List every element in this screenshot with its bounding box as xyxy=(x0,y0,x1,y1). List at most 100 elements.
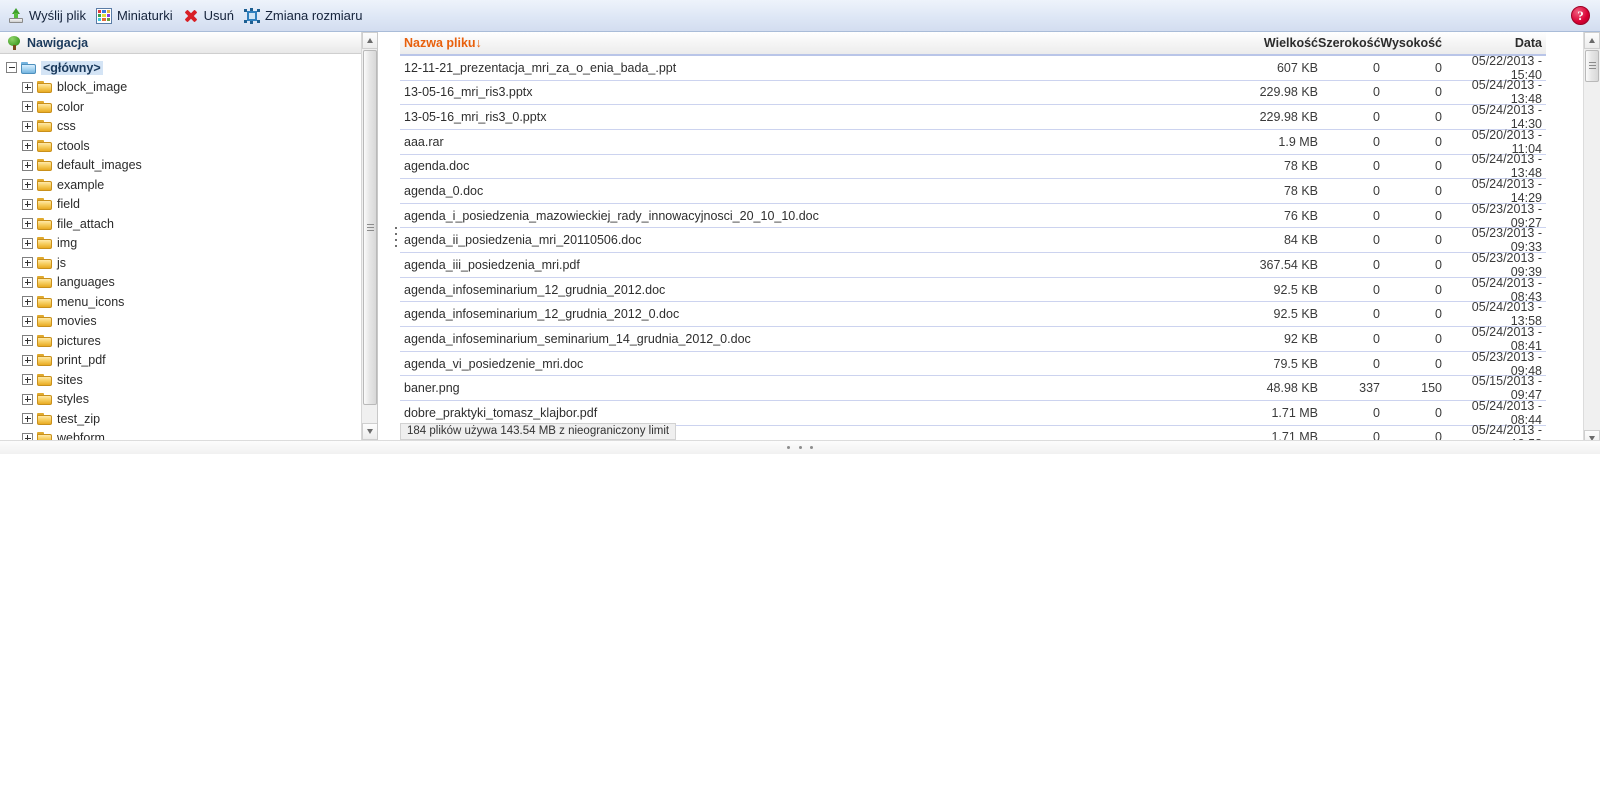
cell-file-name[interactable]: agenda_vi_posiedzenie_mri.doc xyxy=(400,357,1228,371)
tree-item-languages[interactable]: languages xyxy=(6,273,377,293)
file-list-scrollbar[interactable] xyxy=(1583,32,1600,447)
expand-icon[interactable] xyxy=(22,413,33,425)
scroll-up-button[interactable] xyxy=(362,32,377,49)
expand-icon[interactable] xyxy=(22,335,33,347)
tree-item-default_images[interactable]: default_images xyxy=(6,156,377,176)
tree-item-label: default_images xyxy=(57,158,142,173)
folder-icon xyxy=(37,236,53,250)
tree-item-pictures[interactable]: pictures xyxy=(6,331,377,351)
scroll-down-button[interactable] xyxy=(362,423,377,440)
file-scroll-thumb[interactable] xyxy=(1585,50,1599,82)
expand-icon[interactable] xyxy=(22,159,33,171)
tree-item-styles[interactable]: styles xyxy=(6,390,377,410)
delete-button[interactable]: Usuń xyxy=(181,4,242,28)
cell-file-name[interactable]: agenda_infoseminarium_seminarium_14_grud… xyxy=(400,332,1228,346)
column-header-height[interactable]: Wysokość xyxy=(1380,36,1442,50)
expand-icon[interactable] xyxy=(22,432,33,440)
navigation-scrollbar[interactable] xyxy=(361,32,377,440)
table-row[interactable]: aaa.rar 1.9 MB 0 0 05/20/2013 - 11:04 xyxy=(400,128,1546,156)
cell-file-size: 92.5 KB xyxy=(1273,307,1318,322)
delete-label: Usuń xyxy=(203,8,234,23)
table-row[interactable]: 12-11-21_prezentacja_mri_za_o_enia_bada_… xyxy=(400,56,1546,82)
table-row[interactable]: baner.png 48.98 KB 337 150 05/15/2013 - 09:4… xyxy=(400,374,1546,402)
expand-icon[interactable] xyxy=(22,120,33,132)
table-row[interactable]: dobre_praktyki_tomasz_klajbor.pdf 1.71 MB… xyxy=(400,399,1546,427)
column-header-date[interactable]: Data xyxy=(1442,36,1546,50)
cell-file-height: 0 xyxy=(1435,134,1442,149)
cell-file-name[interactable]: agenda.doc xyxy=(400,159,1228,173)
bottom-resize-handle[interactable] xyxy=(0,440,1600,454)
tree-item-webform[interactable]: webform xyxy=(6,429,377,440)
expand-icon[interactable] xyxy=(22,393,33,405)
expand-icon[interactable] xyxy=(22,374,33,386)
cell-file-name[interactable]: agenda_iii_posiedzenia_mri.pdf xyxy=(400,258,1228,272)
table-row[interactable]: agenda_vi_posiedzenie_mri.doc 79.5 KB 0 0 05… xyxy=(400,350,1546,378)
expand-icon[interactable] xyxy=(22,315,33,327)
table-row[interactable]: 13-05-16_mri_ris3.pptx 229.98 KB 0 0 05/24/2… xyxy=(400,78,1546,106)
column-header-size[interactable]: Wielkość xyxy=(1228,36,1318,50)
cell-file-name[interactable]: 12-11-21_prezentacja_mri_za_o_enia_bada_… xyxy=(400,61,1228,75)
tree-item-field[interactable]: field xyxy=(6,195,377,215)
cell-file-name[interactable]: aaa.rar xyxy=(400,135,1228,149)
cell-file-name[interactable]: agenda_ii_posiedzenia_mri_20110506.doc xyxy=(400,233,1228,247)
expand-icon[interactable] xyxy=(22,179,33,191)
column-header-name[interactable]: Nazwa pliku↓ xyxy=(400,36,1228,50)
folder-icon xyxy=(37,119,53,133)
expand-icon[interactable] xyxy=(22,140,33,152)
tree-item-test_zip[interactable]: test_zip xyxy=(6,409,377,429)
cell-file-name[interactable]: agenda_infoseminarium_12_grudnia_2012.do… xyxy=(400,283,1228,297)
table-row[interactable]: agenda_0.doc 78 KB 0 0 05/24/2013 - 14:29 xyxy=(400,177,1546,205)
expand-icon[interactable] xyxy=(22,276,33,288)
table-row[interactable]: 13-05-16_mri_ris3_0.pptx 229.98 KB 0 0 05/24… xyxy=(400,103,1546,131)
tree-item-movies[interactable]: movies xyxy=(6,312,377,332)
cell-file-name[interactable]: 13-05-16_mri_ris3_0.pptx xyxy=(400,110,1228,124)
cell-file-name[interactable]: 13-05-16_mri_ris3.pptx xyxy=(400,85,1228,99)
expand-icon[interactable] xyxy=(22,257,33,269)
cell-file-name[interactable]: agenda_i_posiedzenia_mazowieckiej_rady_i… xyxy=(400,209,1228,223)
expand-icon[interactable] xyxy=(22,218,33,230)
tree-item-sites[interactable]: sites xyxy=(6,370,377,390)
cell-file-height: 0 xyxy=(1435,405,1442,420)
storage-status-tooltip: 184 plików używa 143.54 MB z nieogranicz… xyxy=(400,423,677,440)
tree-item-css[interactable]: css xyxy=(6,117,377,137)
sort-by-name-link[interactable]: Nazwa pliku↓ xyxy=(404,36,482,50)
tree-item-root[interactable]: <główny> xyxy=(6,58,377,78)
column-header-width[interactable]: Szerokość xyxy=(1318,36,1381,50)
tree-item-color[interactable]: color xyxy=(6,97,377,117)
tree-item-ctools[interactable]: ctools xyxy=(6,136,377,156)
expand-icon[interactable] xyxy=(22,101,33,113)
cell-file-name[interactable]: agenda_infoseminarium_12_grudnia_2012_0.… xyxy=(400,307,1228,321)
table-row[interactable]: agenda_iii_posiedzenia_mri.pdf 367.54 KB 0… xyxy=(400,251,1546,279)
navigation-scroll-thumb[interactable] xyxy=(363,50,377,405)
tree-item-print_pdf[interactable]: print_pdf xyxy=(6,351,377,371)
table-row[interactable]: agenda_infoseminarium_12_grudnia_2012_0.… xyxy=(400,300,1546,328)
table-row[interactable]: agenda.doc 78 KB 0 0 05/24/2013 - 13:48 xyxy=(400,152,1546,180)
tree-item-file_attach[interactable]: file_attach xyxy=(6,214,377,234)
table-row[interactable]: agenda_infoseminarium_12_grudnia_2012.do… xyxy=(400,276,1546,304)
file-scroll-track[interactable] xyxy=(1584,32,1600,447)
cell-file-name[interactable]: baner.png xyxy=(400,381,1228,395)
thumbnails-button[interactable]: Miniaturki xyxy=(94,4,181,28)
upload-file-button[interactable]: Wyślij plik xyxy=(6,4,94,28)
expand-icon[interactable] xyxy=(22,198,33,210)
expand-icon[interactable] xyxy=(22,81,33,93)
folder-tree: <główny> block_image color css ctools defaul… xyxy=(0,54,377,440)
tree-item-example[interactable]: example xyxy=(6,175,377,195)
tree-item-block_image[interactable]: block_image xyxy=(6,78,377,98)
file-scroll-up-button[interactable] xyxy=(1584,32,1600,49)
table-row[interactable]: agenda_ii_posiedzenia_mri_20110506.doc 84… xyxy=(400,226,1546,254)
cell-file-name[interactable]: dobre_praktyki_tomasz_klajbor.pdf xyxy=(400,406,1228,420)
collapse-icon[interactable] xyxy=(6,62,17,74)
cell-file-name[interactable]: agenda_0.doc xyxy=(400,184,1228,198)
tree-item-img[interactable]: img xyxy=(6,234,377,254)
table-row[interactable]: agenda_infoseminarium_seminarium_14_grud… xyxy=(400,325,1546,353)
expand-icon[interactable] xyxy=(22,296,33,308)
tree-item-menu_icons[interactable]: menu_icons xyxy=(6,292,377,312)
tree-item-js[interactable]: js xyxy=(6,253,377,273)
cell-file-size: 48.98 KB xyxy=(1266,381,1318,396)
resize-button[interactable]: Zmiana rozmiaru xyxy=(242,4,371,28)
expand-icon[interactable] xyxy=(22,237,33,249)
expand-icon[interactable] xyxy=(22,354,33,366)
table-row[interactable]: agenda_i_posiedzenia_mazowieckiej_rady_i… xyxy=(400,202,1546,230)
help-button[interactable]: ? xyxy=(1571,6,1590,25)
